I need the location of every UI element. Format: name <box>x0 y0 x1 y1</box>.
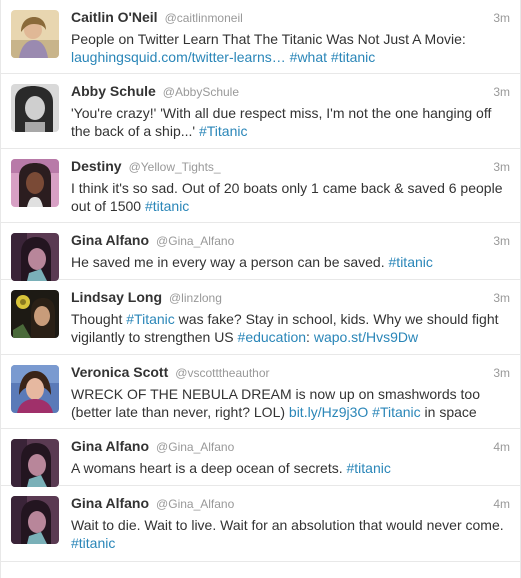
avatar-lindsay[interactable] <box>11 290 59 338</box>
tweet-fullname[interactable]: Destiny <box>71 158 122 174</box>
tweet-header: Veronica Scott @vscotttheauthor 3m <box>71 364 510 384</box>
hashtag-link[interactable]: #Titanic <box>199 123 248 139</box>
hashtag-link[interactable]: #titanic <box>71 535 115 551</box>
tweet-timestamp[interactable]: 4m <box>493 440 510 454</box>
url-link[interactable]: wapo.st/Hvs9Dw <box>314 329 418 345</box>
tweet-screenname[interactable]: @Yellow_Tights_ <box>129 160 221 174</box>
avatar-gina[interactable] <box>11 496 59 544</box>
tweet-text-segment: in space <box>420 404 477 420</box>
hashtag-link[interactable]: #Titanic <box>126 311 175 327</box>
tweet-fullname[interactable]: Gina Alfano <box>71 232 149 248</box>
tweet[interactable]: Veronica Scott @vscotttheauthor 3m WRECK… <box>1 355 520 429</box>
tweet-fullname[interactable]: Abby Schule <box>71 83 156 99</box>
tweet-screenname[interactable]: @Gina_Alfano <box>156 440 234 454</box>
tweet-timestamp[interactable]: 3m <box>493 160 510 174</box>
tweet-header: Gina Alfano @Gina_Alfano 4m <box>71 495 510 515</box>
hashtag-link[interactable]: #titanic <box>389 254 433 270</box>
avatar-veronica[interactable] <box>11 365 59 413</box>
url-link[interactable]: bit.ly/Hz9j3O <box>289 404 368 420</box>
tweet-screenname[interactable]: @Gina_Alfano <box>156 497 234 511</box>
tweet-header: Destiny @Yellow_Tights_ 3m <box>71 158 510 178</box>
tweet-text: 'You're crazy!' 'With all due respect mi… <box>71 104 510 140</box>
tweet-text: He saved me in every way a person can be… <box>71 253 510 271</box>
tweet[interactable]: Abby Schule @AbbySchule 3m 'You're crazy… <box>1 74 520 149</box>
tweet-timeline: Caitlin O'Neil @caitlinmoneil 3m People … <box>0 0 521 578</box>
tweet-timestamp[interactable]: 3m <box>493 291 510 305</box>
tweet-text-segment: : <box>306 329 314 345</box>
tweet-header: Lindsay Long @linzlong 3m <box>71 289 510 309</box>
tweet-text: I think it's so sad. Out of 20 boats onl… <box>71 179 510 215</box>
tweet[interactable]: Caitlin O'Neil @caitlinmoneil 3m People … <box>1 0 520 74</box>
tweet[interactable]: Destiny @Yellow_Tights_ 3m I think it's … <box>1 149 520 223</box>
tweet-header: Caitlin O'Neil @caitlinmoneil 3m <box>71 9 510 29</box>
tweet-fullname[interactable]: Lindsay Long <box>71 289 162 305</box>
avatar-abby[interactable] <box>11 84 59 132</box>
tweet-text: People on Twitter Learn That The Titanic… <box>71 30 510 66</box>
tweet-screenname[interactable]: @Gina_Alfano <box>156 234 234 248</box>
hashtag-link[interactable]: #education <box>238 329 307 345</box>
tweet-timestamp[interactable]: 3m <box>493 234 510 248</box>
hashtag-link[interactable]: #titanic <box>145 198 189 214</box>
tweet-fullname[interactable]: Caitlin O'Neil <box>71 9 158 25</box>
tweet-text-segment: Wait to die. Wait to live. Wait for an a… <box>71 517 504 533</box>
tweet-text: Wait to die. Wait to live. Wait for an a… <box>71 516 510 552</box>
tweet[interactable]: Lindsay Long @linzlong 3m Thought #Titan… <box>1 280 520 355</box>
avatar-destiny[interactable] <box>11 159 59 207</box>
hashtag-link[interactable]: #Titanic <box>372 404 421 420</box>
tweet[interactable]: Gina Alfano @Gina_Alfano 3m He saved me … <box>1 223 520 281</box>
tweet-screenname[interactable]: @caitlinmoneil <box>165 11 243 25</box>
tweet-timestamp[interactable]: 3m <box>493 366 510 380</box>
tweet-text: Thought #Titanic was fake? Stay in schoo… <box>71 310 510 346</box>
tweet-text-segment: A womans heart is a deep ocean of secret… <box>71 460 347 476</box>
tweet-text: A womans heart is a deep ocean of secret… <box>71 459 510 477</box>
hashtag-link[interactable]: #titanic <box>331 49 375 65</box>
tweet-text-segment: People on Twitter Learn That The Titanic… <box>71 31 466 47</box>
tweet-header: Gina Alfano @Gina_Alfano 4m <box>71 438 510 458</box>
tweet-timestamp[interactable]: 4m <box>493 497 510 511</box>
tweet-screenname[interactable]: @linzlong <box>169 291 222 305</box>
tweet-timestamp[interactable]: 3m <box>493 85 510 99</box>
hashtag-link[interactable]: #what <box>290 49 327 65</box>
tweet[interactable]: Gina Alfano @Gina_Alfano 4m A womans hea… <box>1 429 520 487</box>
tweet-text: WRECK OF THE NEBULA DREAM is now up on s… <box>71 385 510 421</box>
tweet-header: Abby Schule @AbbySchule 3m <box>71 83 510 103</box>
url-link[interactable]: laughingsquid.com/twitter-learns… <box>71 49 286 65</box>
tweet-text-segment: I think it's so sad. Out of 20 boats onl… <box>71 180 503 214</box>
tweet-text-segment: Thought <box>71 311 127 327</box>
avatar-gina[interactable] <box>11 233 59 281</box>
tweet[interactable]: Gina Alfano @Gina_Alfano 4m Wait to die.… <box>1 486 520 562</box>
avatar-caitlin[interactable] <box>11 10 59 58</box>
hashtag-link[interactable]: #titanic <box>347 460 391 476</box>
tweet-timestamp[interactable]: 3m <box>493 11 510 25</box>
avatar-gina[interactable] <box>11 439 59 487</box>
tweet-text-segment: He saved me in every way a person can be… <box>71 254 389 270</box>
tweet-fullname[interactable]: Veronica Scott <box>71 364 168 380</box>
tweet-fullname[interactable]: Gina Alfano <box>71 495 149 511</box>
tweet-fullname[interactable]: Gina Alfano <box>71 438 149 454</box>
tweet-header: Gina Alfano @Gina_Alfano 3m <box>71 232 510 252</box>
tweet-text-segment: 'You're crazy!' 'With all due respect mi… <box>71 105 492 139</box>
tweet-screenname[interactable]: @vscotttheauthor <box>175 366 269 380</box>
tweet-screenname[interactable]: @AbbySchule <box>163 85 239 99</box>
